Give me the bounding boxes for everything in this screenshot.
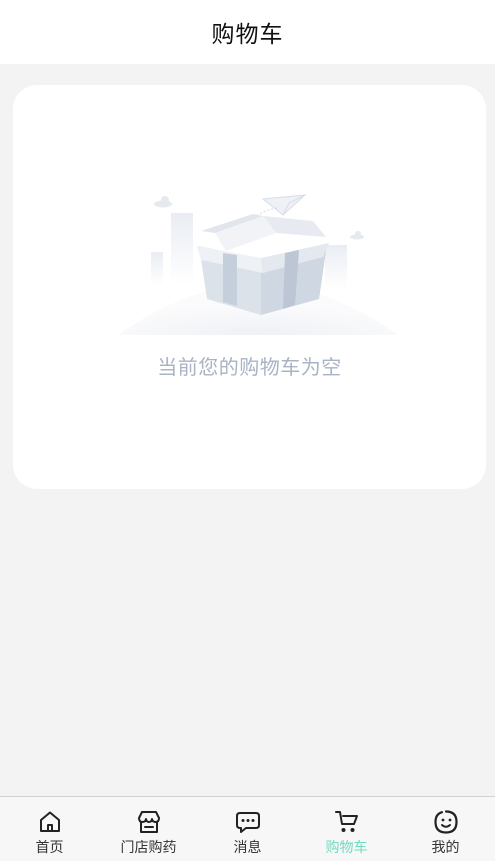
bottom-tab-bar: 首页 门店购药 消息 购物车 我的 [0,796,495,861]
tab-label-cart: 购物车 [325,840,368,856]
tab-home[interactable]: 首页 [0,797,99,861]
cart-icon [334,811,358,832]
cart-page: 购物车 当前您的购物车为空 首页 门店购药 消息 购物车 我的 [0,0,495,861]
tab-label-home: 首页 [35,840,64,856]
tab-label-store: 门店购药 [120,840,177,856]
tab-label-messages: 消息 [233,840,262,856]
tab-messages[interactable]: 消息 [198,797,297,861]
store-icon [137,811,160,833]
tab-cart[interactable]: 购物车 [297,797,396,861]
empty-cart-card: 当前您的购物车为空 [13,85,486,489]
page-title: 购物车 [211,22,284,48]
message-icon [235,812,260,833]
home-icon [39,811,60,832]
tab-mine[interactable]: 我的 [396,797,495,861]
tab-label-mine: 我的 [431,840,460,856]
tab-store[interactable]: 门店购药 [99,797,198,861]
empty-cart-message: 当前您的购物车为空 [157,355,342,379]
empty-box-illustration [118,194,398,335]
profile-face-icon [433,810,458,834]
top-header: 购物车 [0,0,495,64]
